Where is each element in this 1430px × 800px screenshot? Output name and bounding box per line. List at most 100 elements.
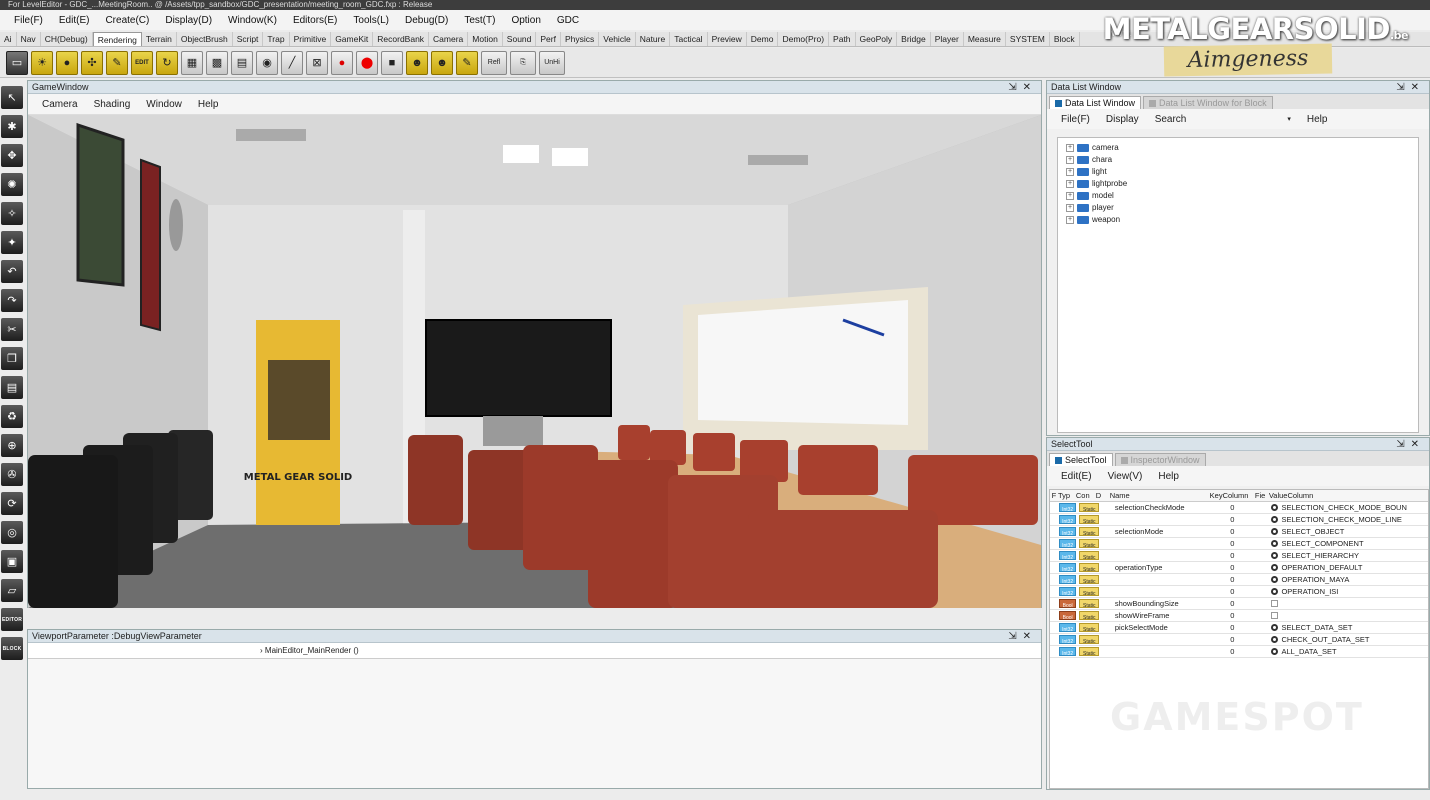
menu-window-sub[interactable]: Window bbox=[138, 99, 190, 110]
tab-trap[interactable]: Trap bbox=[263, 32, 290, 46]
menu-display-dl[interactable]: Display bbox=[1098, 114, 1147, 125]
menu-help-st[interactable]: Help bbox=[1150, 471, 1187, 482]
tab-demo[interactable]: Demo bbox=[747, 32, 779, 46]
tree-item[interactable]: + model bbox=[1066, 190, 1418, 202]
menu-create[interactable]: Create(C) bbox=[97, 15, 157, 26]
target-icon[interactable]: ◎ bbox=[1, 521, 23, 544]
radio-icon[interactable] bbox=[1271, 516, 1279, 523]
camera-link-icon[interactable]: ⎘ bbox=[510, 50, 536, 75]
column-f[interactable]: F bbox=[1050, 490, 1058, 501]
menu-help-dl[interactable]: Help bbox=[1299, 114, 1336, 125]
table-row[interactable]: Int32 Static selectionCheckMode 0 SELECTION_… bbox=[1050, 502, 1428, 514]
tab-vehicle[interactable]: Vehicle bbox=[599, 32, 636, 46]
menu-view-st[interactable]: View(V) bbox=[1100, 471, 1151, 482]
radio-icon[interactable] bbox=[1271, 588, 1279, 595]
value-cell[interactable]: SELECTION_CHECK_MODE_BOUN bbox=[1271, 502, 1428, 513]
menu-gdc[interactable]: GDC bbox=[549, 15, 587, 26]
tab-rendering[interactable]: Rendering bbox=[92, 32, 142, 46]
table-row[interactable]: Bool Static showBoundingSize 0 bbox=[1050, 598, 1428, 610]
checkbox-icon[interactable] bbox=[1271, 600, 1279, 607]
menu-search-dl[interactable]: Search bbox=[1147, 114, 1195, 125]
brush-icon[interactable]: ╱ bbox=[281, 50, 303, 75]
menu-test[interactable]: Test(T) bbox=[456, 15, 503, 26]
radio-icon[interactable] bbox=[1271, 540, 1279, 547]
column-key[interactable]: KeyColumn bbox=[1203, 490, 1255, 501]
menu-window[interactable]: Window(K) bbox=[220, 15, 285, 26]
sphere-icon[interactable]: ◉ bbox=[256, 50, 278, 75]
table-row[interactable]: Int32 Static pickSelectMode 0 SELECT_DATA_SE… bbox=[1050, 622, 1428, 634]
bulb-icon[interactable]: ● bbox=[56, 50, 78, 75]
table-row[interactable]: Int32 Static 0 OPERATION_ISI bbox=[1050, 586, 1428, 598]
menu-edit-st[interactable]: Edit(E) bbox=[1053, 471, 1100, 482]
redo-icon[interactable]: ↷ bbox=[1, 289, 23, 312]
tab-block[interactable]: Block bbox=[1050, 32, 1080, 46]
radio-icon[interactable] bbox=[1271, 564, 1279, 571]
panel-pin-close-icon[interactable]: ⇲✕ bbox=[1396, 438, 1425, 451]
trash-icon[interactable]: ♻ bbox=[1, 405, 23, 428]
dropdown-arrow-icon[interactable]: ▾ bbox=[1279, 115, 1299, 123]
gizmo-icon[interactable]: ✦ bbox=[1, 231, 23, 254]
menu-shading[interactable]: Shading bbox=[86, 99, 139, 110]
value-cell[interactable]: ALL_DATA_SET bbox=[1271, 646, 1428, 657]
tab-demo-pro[interactable]: Demo(Pro) bbox=[778, 32, 830, 46]
tab-measure[interactable]: Measure bbox=[964, 32, 1006, 46]
value-cell[interactable]: OPERATION_DEFAULT bbox=[1271, 562, 1428, 573]
table-row[interactable]: Int32 Static 0 OPERATION_MAYA bbox=[1050, 574, 1428, 586]
radio-icon[interactable] bbox=[1271, 624, 1279, 631]
tab-preview[interactable]: Preview bbox=[708, 32, 747, 46]
expand-arrow-icon[interactable]: › bbox=[260, 646, 263, 655]
tab-objectbrush[interactable]: ObjectBrush bbox=[177, 32, 233, 46]
tree-item[interactable]: + weapon bbox=[1066, 214, 1418, 226]
column-typ[interactable]: Typ bbox=[1058, 490, 1076, 501]
tree-item[interactable]: + camera bbox=[1066, 142, 1418, 154]
radio-icon[interactable] bbox=[1271, 552, 1279, 559]
value-cell[interactable]: CHECK_OUT_DATA_SET bbox=[1271, 634, 1428, 645]
panel-pin-close-icon[interactable]: ⇲✕ bbox=[1008, 630, 1037, 643]
menu-debug[interactable]: Debug(D) bbox=[397, 15, 456, 26]
tab-data-list-window[interactable]: Data List Window bbox=[1049, 96, 1142, 109]
editor-button[interactable]: EDITOR bbox=[1, 608, 23, 631]
table-row[interactable]: Int32 Static 0 SELECT_HIERARCHY bbox=[1050, 550, 1428, 562]
cycle-icon[interactable]: ⟳ bbox=[1, 492, 23, 515]
radio-icon[interactable] bbox=[1271, 648, 1279, 655]
tab-physics[interactable]: Physics bbox=[561, 32, 600, 46]
menu-option[interactable]: Option bbox=[503, 15, 548, 26]
tab-select-tool[interactable]: SelectTool bbox=[1049, 453, 1113, 466]
expand-icon[interactable]: + bbox=[1066, 180, 1074, 188]
tab-inspector-window[interactable]: InspectorWindow bbox=[1114, 453, 1206, 466]
eraser-icon[interactable]: ▱ bbox=[1, 579, 23, 602]
table-row[interactable]: Int32 Static 0 SELECTION_CHECK_MODE_LINE bbox=[1050, 514, 1428, 526]
menu-file[interactable]: File(F) bbox=[6, 15, 51, 26]
tab-ai[interactable]: Ai bbox=[0, 32, 17, 46]
radio-icon[interactable] bbox=[1271, 504, 1279, 511]
unhide-button[interactable]: UnHi bbox=[539, 50, 565, 75]
expand-icon[interactable]: + bbox=[1066, 216, 1074, 224]
tab-data-list-window-block[interactable]: Data List Window for Block bbox=[1143, 96, 1273, 109]
value-cell[interactable]: SELECT_OBJECT bbox=[1271, 526, 1428, 537]
menu-tools[interactable]: Tools(L) bbox=[345, 15, 397, 26]
value-cell[interactable] bbox=[1271, 598, 1428, 609]
star-icon[interactable]: ✱ bbox=[1, 115, 23, 138]
checker-icon[interactable]: ▦ bbox=[181, 50, 203, 75]
rotate-icon[interactable]: ✺ bbox=[1, 173, 23, 196]
move-icon[interactable]: ✥ bbox=[1, 144, 23, 167]
menu-display[interactable]: Display(D) bbox=[157, 15, 220, 26]
tab-recordbank[interactable]: RecordBank bbox=[373, 32, 430, 46]
camera-icon[interactable]: ▣ bbox=[1, 550, 23, 573]
tab-ch-debug[interactable]: CH(Debug) bbox=[41, 32, 93, 46]
record-icon[interactable]: ⬤ bbox=[356, 50, 378, 75]
gamepad-icon[interactable]: ⊕ bbox=[1, 434, 23, 457]
value-cell[interactable]: OPERATION_MAYA bbox=[1271, 574, 1428, 585]
expand-icon[interactable]: + bbox=[1066, 204, 1074, 212]
menu-file-dl[interactable]: File(F) bbox=[1053, 114, 1098, 125]
tab-geopoly[interactable]: GeoPoly bbox=[856, 32, 898, 46]
undo-icon[interactable]: ↶ bbox=[1, 260, 23, 283]
grid-icon[interactable]: ▤ bbox=[231, 50, 253, 75]
sun-icon[interactable]: ☀ bbox=[31, 50, 53, 75]
panel-pin-close-icon[interactable]: ⇲✕ bbox=[1008, 81, 1037, 94]
tab-tactical[interactable]: Tactical bbox=[670, 32, 708, 46]
panel-pin-close-icon[interactable]: ⇲✕ bbox=[1396, 81, 1425, 94]
cursor-icon[interactable]: ↖ bbox=[1, 86, 23, 109]
viewport-parameter-row[interactable]: › MainEditor_MainRender () bbox=[28, 643, 1041, 659]
block-button[interactable]: BLOCK bbox=[1, 637, 23, 660]
